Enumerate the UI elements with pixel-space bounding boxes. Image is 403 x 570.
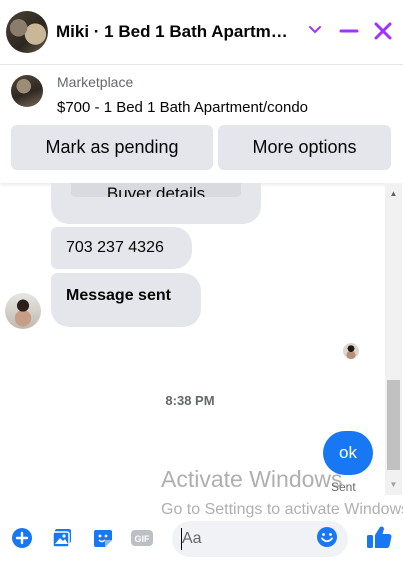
buyer-details-button[interactable]: Buyer details — [71, 183, 241, 197]
message-bubble: Buyer details — [51, 183, 261, 224]
mark-as-pending-button[interactable]: Mark as pending — [11, 125, 213, 170]
photo-icon[interactable] — [50, 526, 74, 550]
scrollbar-thumb[interactable] — [387, 380, 400, 470]
listing-thumbnail[interactable] — [11, 75, 43, 107]
chevron-down-icon[interactable] — [305, 20, 325, 40]
listing-title[interactable]: $700 - 1 Bed 1 Bath Apartment/condo — [57, 99, 308, 116]
read-receipt-avatar — [343, 343, 359, 359]
message-timestamp: 8:38 PM — [165, 393, 215, 408]
sent-status: Sent — [331, 480, 356, 494]
chat-header: Miki · 1 Bed 1 Bath Apartm… — [0, 0, 403, 65]
plus-circle-icon[interactable] — [10, 526, 34, 550]
minimize-icon[interactable] — [338, 20, 360, 42]
marketplace-listing-panel: Marketplace $700 - 1 Bed 1 Bath Apartmen… — [0, 65, 403, 183]
sender-avatar[interactable] — [5, 293, 41, 329]
more-options-button[interactable]: More options — [218, 125, 391, 170]
gif-icon[interactable]: GIF — [130, 526, 154, 550]
message-bubble[interactable]: Message sent — [51, 273, 201, 327]
svg-text:GIF: GIF — [135, 534, 151, 544]
sticker-icon[interactable] — [91, 526, 115, 550]
scroll-down-arrow-icon[interactable]: ▼ — [385, 477, 402, 491]
thumbs-up-icon[interactable] — [365, 523, 393, 551]
emoji-icon[interactable] — [316, 526, 340, 550]
text-cursor — [181, 528, 182, 550]
buyer-details-label: Buyer details — [106, 184, 206, 197]
outgoing-message-bubble[interactable]: ok — [323, 431, 373, 475]
listing-source-label: Marketplace — [57, 74, 134, 90]
chat-title[interactable]: Miki · 1 Bed 1 Bath Apartm… — [56, 22, 311, 42]
message-thread[interactable]: Buyer details 703 237 4326 Message sent … — [0, 183, 403, 505]
message-bubble[interactable]: 703 237 4326 — [51, 227, 192, 269]
message-composer: GIF — [0, 513, 403, 570]
close-icon[interactable] — [372, 20, 394, 42]
scroll-up-arrow-icon[interactable]: ▲ — [385, 186, 402, 200]
contact-avatar[interactable] — [6, 11, 48, 53]
